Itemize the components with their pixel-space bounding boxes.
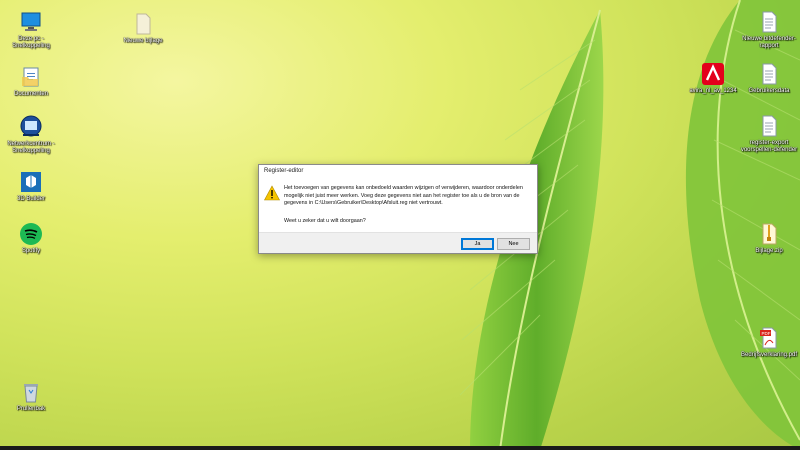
desktop-icon-label: Bijlage.zip (755, 248, 783, 254)
desktop-icon-3d-builder[interactable]: 3D Builder (0, 170, 62, 203)
warning-icon (263, 185, 281, 201)
desktop-icon-spotify[interactable]: Spotify (0, 222, 62, 255)
desktop-icon-label: Prullenbak (16, 406, 46, 412)
desktop-icon-documents[interactable]: Documenten (0, 65, 62, 98)
desktop-icon-label: Documenten (13, 91, 49, 97)
recycle-bin-icon (19, 380, 43, 404)
desktop-icon-new-file[interactable]: Nieuwe bijlage (112, 12, 174, 45)
desktop-icon-recycle-bin[interactable]: Prullenbak (0, 380, 62, 413)
blank-file-icon (131, 12, 155, 36)
text-file-icon (757, 62, 781, 86)
desktop-icon-label: Deze pc - Snelkoppeling (12, 36, 50, 49)
desktop-icon-this-pc[interactable]: Deze pc - Snelkoppeling (0, 10, 62, 50)
registry-editor-dialog: Register-editor Het toevoegen van gegeve… (258, 164, 538, 254)
desktop-icon-registry-export[interactable]: register-export voorspellen-defender (738, 114, 800, 154)
pdf-file-icon: PDF (757, 326, 781, 350)
desktop: Deze pc - Snelkoppeling Documenten Netwe… (0, 0, 800, 450)
desktop-icon-label: Nieuwe bitdefender-rapport (742, 36, 796, 49)
desktop-icon-pdf[interactable]: PDF Bedrijfsverklaring.pdf (738, 326, 800, 359)
text-file-icon (757, 114, 781, 138)
computer-icon (19, 10, 43, 34)
desktop-icon-attachment-zip[interactable]: Bijlage.zip (738, 222, 800, 255)
svg-text:PDF: PDF (762, 331, 771, 336)
text-file-icon (757, 10, 781, 34)
avira-icon (701, 62, 725, 86)
desktop-icon-label: Bedrijfsverklaring.pdf (740, 352, 798, 358)
yes-button[interactable]: Ja (461, 238, 494, 250)
dialog-question: Weet u zeker dat u wilt doorgaan? (284, 218, 366, 224)
desktop-icon-network-center[interactable]: Netwerkcentrum - Snelkoppeling (0, 115, 62, 155)
no-button[interactable]: Nee (497, 238, 530, 250)
desktop-icon-label: Nieuwe bijlage (123, 38, 163, 44)
desktop-icon-label: Gebruikersdata (748, 88, 790, 94)
desktop-icon-label: avira_nl_av_1234 (689, 88, 737, 94)
dialog-message: Het toevoegen van gegevens kan onbedoeld… (284, 185, 523, 207)
dialog-button-bar: Ja Nee (259, 232, 537, 253)
taskbar[interactable] (0, 446, 800, 450)
zip-file-icon (757, 222, 781, 246)
desktop-icon-label: register-export voorspellen-defender (740, 140, 798, 153)
desktop-icon-user-data[interactable]: Gebruikersdata (738, 62, 800, 95)
documents-folder-icon (19, 65, 43, 89)
desktop-icon-avira[interactable]: avira_nl_av_1234 (682, 62, 744, 95)
desktop-icon-label: Spotify (21, 248, 41, 254)
dialog-title: Register-editor (264, 168, 304, 174)
spotify-icon (19, 222, 43, 246)
desktop-icon-bitdefender-report[interactable]: Nieuwe bitdefender-rapport (738, 10, 800, 50)
network-center-icon (19, 115, 43, 139)
3d-builder-icon (19, 170, 43, 194)
desktop-icon-label: Netwerkcentrum - Snelkoppeling (7, 141, 55, 154)
desktop-icon-label: 3D Builder (16, 196, 45, 202)
